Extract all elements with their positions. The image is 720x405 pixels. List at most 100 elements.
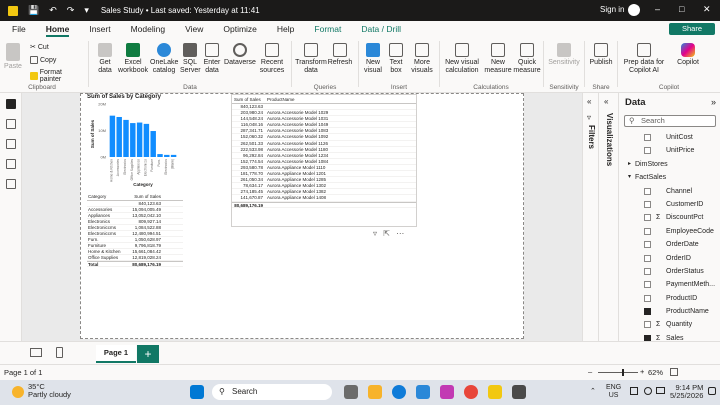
sensitivity-button[interactable]: Sensitivity	[547, 43, 581, 67]
field-table-item[interactable]: ▸ DimStores	[619, 158, 720, 171]
chevron-right-icon[interactable]: »	[711, 97, 716, 107]
tab-format[interactable]: Format	[314, 24, 341, 34]
chart-bar[interactable]	[157, 154, 163, 157]
more-options-icon[interactable]: ⋯	[396, 229, 404, 238]
bar-chart-visual[interactable]: Sum of Sales by Category 20M 10M 0M Sum of …	[85, 94, 181, 190]
notification-icon[interactable]	[708, 387, 716, 395]
tab-modeling[interactable]: Modeling	[131, 24, 166, 34]
maximize-icon[interactable]: □	[679, 4, 684, 14]
tab-help[interactable]: Help	[277, 24, 294, 34]
sql-server-button[interactable]: SQL Server	[180, 43, 201, 75]
weather-icon[interactable]	[12, 386, 24, 398]
add-page-button[interactable]: +	[137, 345, 159, 363]
recent-sources-button[interactable]: Recent sources	[258, 43, 286, 75]
quick-measure-button[interactable]: Quick measure	[513, 43, 541, 75]
header-sum-of-sales[interactable]: Sum of Sales	[125, 193, 161, 200]
redo-icon[interactable]: ↷	[67, 5, 75, 16]
copilot-button[interactable]: Copilot	[673, 43, 703, 67]
field-checkbox[interactable]	[644, 294, 651, 302]
mobile-layout-icon[interactable]	[56, 347, 63, 358]
field-item[interactable]: OrderDate	[619, 238, 720, 251]
field-checkbox[interactable]	[644, 321, 651, 329]
field-item[interactable]: OrderID	[619, 252, 720, 265]
field-checkbox[interactable]	[644, 200, 651, 208]
focus-mode-icon[interactable]: ⇱	[383, 229, 390, 238]
close-icon[interactable]: ✕	[703, 4, 711, 15]
visualizations-pane[interactable]: « Visualizations	[598, 93, 618, 341]
new-visual-calc-button[interactable]: New visual calculation	[443, 43, 481, 75]
category-table[interactable]: Category Sum of Sales 840,123.63 Accessor…	[87, 193, 183, 267]
header-product-name[interactable]: ProductName	[265, 95, 295, 103]
header-category[interactable]: Category	[87, 193, 125, 200]
field-checkbox[interactable]	[644, 214, 651, 222]
field-item[interactable]: Σ Quantity	[619, 318, 720, 331]
start-icon[interactable]	[190, 385, 204, 399]
volume-icon[interactable]	[644, 387, 652, 395]
field-item[interactable]: CustomerID	[619, 198, 720, 211]
text-box-button[interactable]: Text box	[385, 43, 407, 75]
zoom-out-icon[interactable]: –	[588, 367, 592, 376]
paste-button[interactable]: Paste	[4, 43, 22, 71]
field-item[interactable]: OrderStatus	[619, 265, 720, 278]
header-sum-of-sales[interactable]: Sum of Sales	[232, 95, 265, 103]
field-checkbox[interactable]	[644, 254, 651, 262]
field-item[interactable]: ProductID	[619, 292, 720, 305]
language-indicator[interactable]: ENG US	[606, 384, 621, 400]
product-table[interactable]: Sum of Sales ProductName 840,123.63 203,9…	[231, 94, 417, 227]
get-data-button[interactable]: Get data	[94, 43, 116, 75]
field-item[interactable]: UnitCost	[619, 131, 720, 144]
field-item[interactable]: EmployeeCode	[619, 225, 720, 238]
avatar[interactable]	[628, 4, 640, 16]
powerbi-taskbar-icon[interactable]	[488, 385, 502, 399]
report-view-icon[interactable]	[6, 99, 16, 109]
chevron-down-icon[interactable]: ▾	[628, 171, 631, 184]
tab-optimize[interactable]: Optimize	[223, 24, 257, 34]
chart-bar[interactable]	[130, 123, 136, 157]
more-visuals-button[interactable]: More visuals	[408, 43, 436, 75]
file-explorer-icon[interactable]	[368, 385, 382, 399]
fit-to-page-icon[interactable]	[670, 368, 678, 376]
field-checkbox[interactable]	[644, 308, 651, 316]
transform-data-button[interactable]: Transform data	[295, 43, 327, 75]
desktop-layout-icon[interactable]	[30, 348, 42, 357]
field-item[interactable]: Σ DiscountPct	[619, 211, 720, 224]
tab-data-drill[interactable]: Data / Drill	[361, 24, 401, 34]
publish-button[interactable]: Publish	[587, 43, 615, 67]
filters-pane[interactable]: « ▿ Filters	[582, 93, 598, 341]
wifi-icon[interactable]	[630, 387, 638, 395]
chart-bar[interactable]	[150, 131, 156, 157]
zoom-slider[interactable]	[598, 372, 638, 373]
chart-bar[interactable]	[143, 123, 150, 157]
chart-bar[interactable]	[116, 116, 122, 157]
undo-icon[interactable]: ↶	[49, 5, 57, 16]
chevron-left-icon[interactable]: «	[604, 97, 608, 106]
chart-bar[interactable]	[123, 119, 129, 157]
tab-insert[interactable]: Insert	[89, 24, 110, 34]
report-page[interactable]: Sum of Sales by Category 20M 10M 0M Sum of …	[80, 93, 524, 339]
tmdl-view-icon[interactable]	[6, 179, 16, 189]
share-button[interactable]: Share	[669, 23, 715, 35]
save-icon[interactable]: 💾	[28, 5, 39, 16]
field-item[interactable]: UnitPrice	[619, 144, 720, 157]
enter-data-button[interactable]: Enter data	[202, 43, 222, 75]
tab-page-1[interactable]: Page 1	[96, 345, 136, 363]
chevron-right-icon[interactable]: ▸	[628, 158, 631, 171]
model-view-icon[interactable]	[6, 139, 16, 149]
field-checkbox[interactable]	[644, 227, 651, 235]
refresh-button[interactable]: Refresh	[327, 43, 353, 67]
field-checkbox[interactable]	[644, 281, 651, 289]
field-item[interactable]: PaymentMeth...	[619, 278, 720, 291]
app-icon[interactable]	[512, 385, 526, 399]
tab-view[interactable]: View	[185, 24, 203, 34]
new-visual-button[interactable]: New visual	[362, 43, 384, 75]
prep-data-copilot-button[interactable]: Prep data for Copilot AI	[619, 43, 669, 75]
task-view-icon[interactable]	[344, 385, 358, 399]
field-item[interactable]: ProductName	[619, 305, 720, 318]
clock[interactable]: 9:14 PM 5/25/2026	[670, 384, 703, 400]
onelake-button[interactable]: OneLake catalog	[150, 43, 178, 75]
tab-home[interactable]: Home	[45, 24, 69, 37]
app-icon[interactable]	[416, 385, 430, 399]
chevron-down-icon[interactable]: ▾	[84, 5, 89, 16]
chevron-up-icon[interactable]: ⌃	[590, 387, 596, 395]
field-checkbox[interactable]	[644, 267, 651, 275]
